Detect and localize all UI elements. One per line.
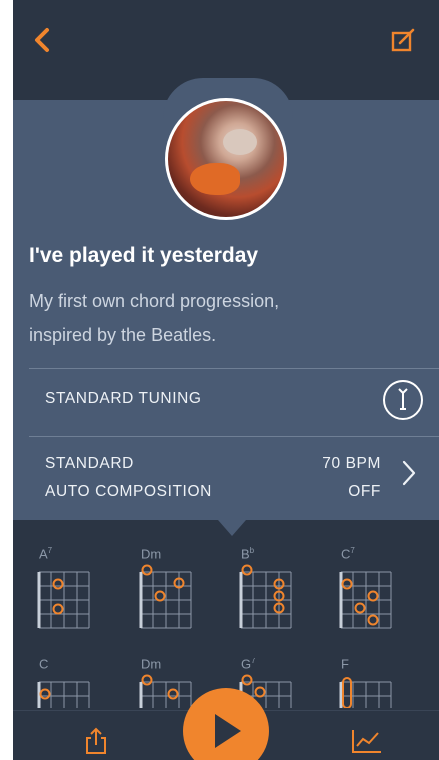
play-icon [215, 714, 241, 748]
chord-card[interactable]: C7 [331, 546, 401, 638]
share-button[interactable] [81, 726, 111, 756]
chord-name: Dm [141, 658, 162, 672]
chord-diagram [37, 571, 90, 629]
avatar [165, 98, 287, 220]
chord-name: G [241, 658, 252, 672]
auto-composition-value: OFF [348, 483, 381, 500]
chord-name: F [341, 658, 349, 672]
chord-name: A [39, 546, 48, 562]
chord-name: C [341, 546, 351, 562]
rhythm-label[interactable]: STANDARD [45, 455, 134, 473]
chord-card[interactable]: A7 [29, 546, 99, 638]
chord-name: B [241, 546, 250, 562]
chord-name: Dm [141, 546, 162, 562]
chord-card[interactable]: Dm [131, 546, 201, 638]
tuning-button[interactable] [383, 380, 423, 420]
tuning-label[interactable]: STANDARD TUNING [45, 390, 202, 408]
edit-button[interactable] [385, 22, 421, 58]
chord-card[interactable]: C [29, 658, 99, 708]
chart-icon [352, 730, 381, 753]
share-icon [86, 727, 106, 754]
divider [29, 368, 439, 369]
settings-chevron-button[interactable] [399, 458, 419, 488]
auto-composition-label[interactable]: AUTO COMPOSITION [45, 483, 212, 501]
avatar-photo [168, 101, 284, 217]
edit-icon [391, 28, 415, 52]
song-description: My first own chord progression, inspired… [29, 291, 280, 345]
card-pointer [218, 520, 246, 536]
chord-card[interactable]: F [331, 658, 401, 708]
phone-screen: I've played it yesterday My first own ch… [13, 0, 439, 760]
stats-button[interactable] [350, 726, 384, 756]
song-title: I've played it yesterday [29, 244, 259, 267]
tuning-fork-icon [398, 388, 408, 410]
chevron-left-icon [35, 28, 49, 52]
chord-name: C [39, 658, 49, 672]
chord-card[interactable]: Bb [231, 546, 301, 638]
chord-diagram [139, 564, 192, 629]
chord-card[interactable]: Dm [131, 658, 201, 708]
back-button[interactable] [25, 22, 61, 58]
chevron-right-icon [402, 460, 416, 486]
chord-diagram [239, 564, 292, 629]
chord-diagram [339, 571, 392, 629]
divider [29, 436, 439, 437]
bpm-value: 70 BPM [322, 455, 381, 472]
